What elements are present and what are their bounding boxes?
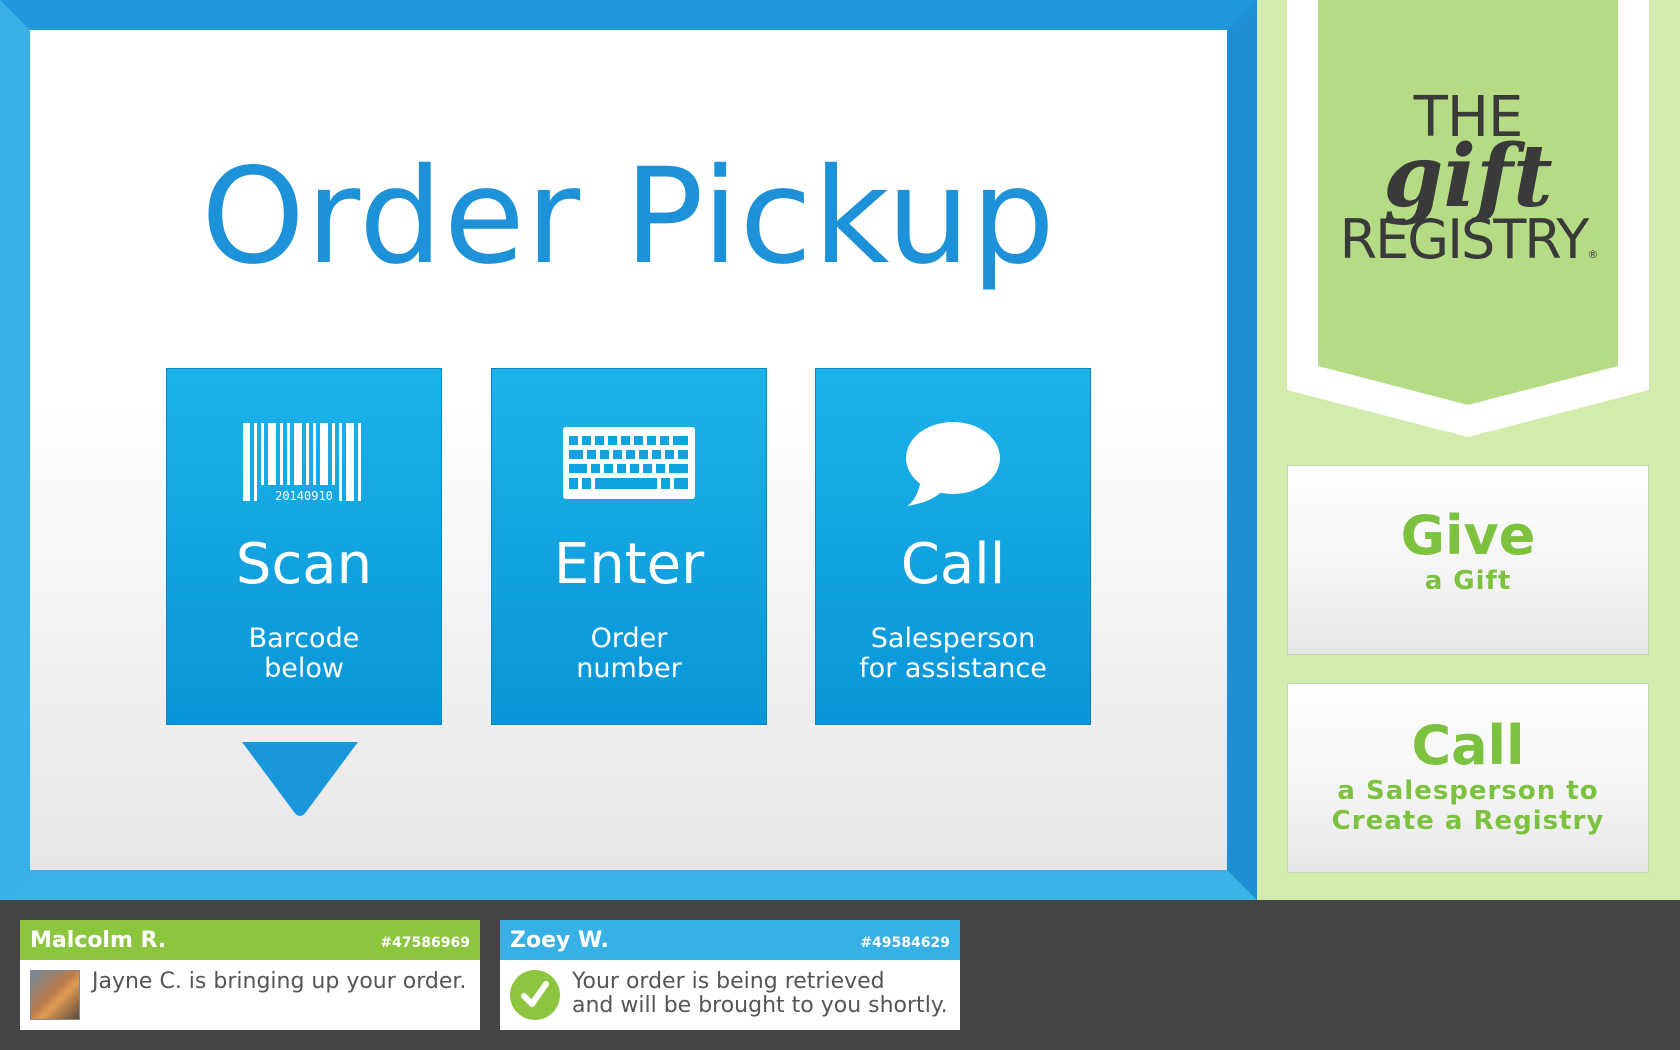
page-title: Order Pickup	[201, 140, 1056, 294]
notification-header: Zoey W. #49584629	[500, 920, 960, 960]
main-frame: Order Pickup 20140910 Scan Barcode below…	[0, 0, 1257, 900]
call-create-registry-button[interactable]: Call a Salesperson to Create a Registry	[1287, 683, 1649, 873]
button-subtitle: a Gift	[1424, 566, 1512, 596]
tile-subtitle: Order number	[576, 623, 682, 684]
keyboard-icon	[492, 419, 766, 507]
gift-registry-logo: THE gift REGISTRY®	[1318, 90, 1618, 287]
tile-subtitle: Barcode below	[248, 623, 360, 684]
customer-name: Zoey W.	[510, 927, 609, 953]
notification-message: Jayne C. is bringing up your order.	[92, 969, 467, 994]
logo-text-registry: REGISTRY®	[1339, 208, 1599, 271]
frame-bevel-bottom	[0, 870, 1257, 900]
button-title: Give	[1400, 504, 1536, 567]
order-number: #49584629	[860, 935, 950, 951]
barcode-number: 20140910	[275, 489, 333, 503]
order-notification-card: Zoey W. #49584629 Your order is being re…	[500, 920, 960, 1030]
gift-registry-sidebar: THE gift REGISTRY® Give a Gift Call a Sa…	[1257, 0, 1680, 900]
tile-subtitle: Salesperson for assistance	[859, 623, 1047, 684]
logo-text-gift: gift	[1383, 126, 1553, 227]
avatar	[30, 970, 80, 1020]
notification-message: Your order is being retrieved and will b…	[572, 969, 948, 1018]
give-a-gift-button[interactable]: Give a Gift	[1287, 465, 1649, 655]
tile-title: Enter	[553, 532, 705, 597]
barcode-icon: 20140910	[167, 419, 441, 507]
checkmark-icon	[510, 970, 560, 1020]
button-subtitle: a Salesperson to Create a Registry	[1331, 776, 1605, 836]
tile-title: Scan	[235, 532, 373, 597]
order-notification-card: Malcolm R. #47586969 Jayne C. is bringin…	[20, 920, 480, 1030]
speech-bubble-icon	[816, 419, 1090, 507]
notification-header: Malcolm R. #47586969	[20, 920, 480, 960]
down-arrow-icon	[242, 742, 358, 816]
notification-body: Your order is being retrieved and will b…	[500, 960, 960, 1030]
frame-bevel-right	[1227, 0, 1257, 900]
tile-title: Call	[900, 532, 1006, 597]
order-pickup-panel: Order Pickup 20140910 Scan Barcode below…	[30, 30, 1227, 870]
button-title: Call	[1411, 714, 1525, 777]
order-number: #47586969	[380, 935, 470, 951]
scan-barcode-button[interactable]: 20140910 Scan Barcode below	[166, 368, 442, 725]
frame-bevel-left	[0, 0, 30, 900]
notification-body: Jayne C. is bringing up your order.	[20, 960, 480, 1030]
call-salesperson-button[interactable]: Call Salesperson for assistance	[815, 368, 1091, 725]
customer-name: Malcolm R.	[30, 927, 167, 953]
enter-order-number-button[interactable]: Enter Order number	[491, 368, 767, 725]
